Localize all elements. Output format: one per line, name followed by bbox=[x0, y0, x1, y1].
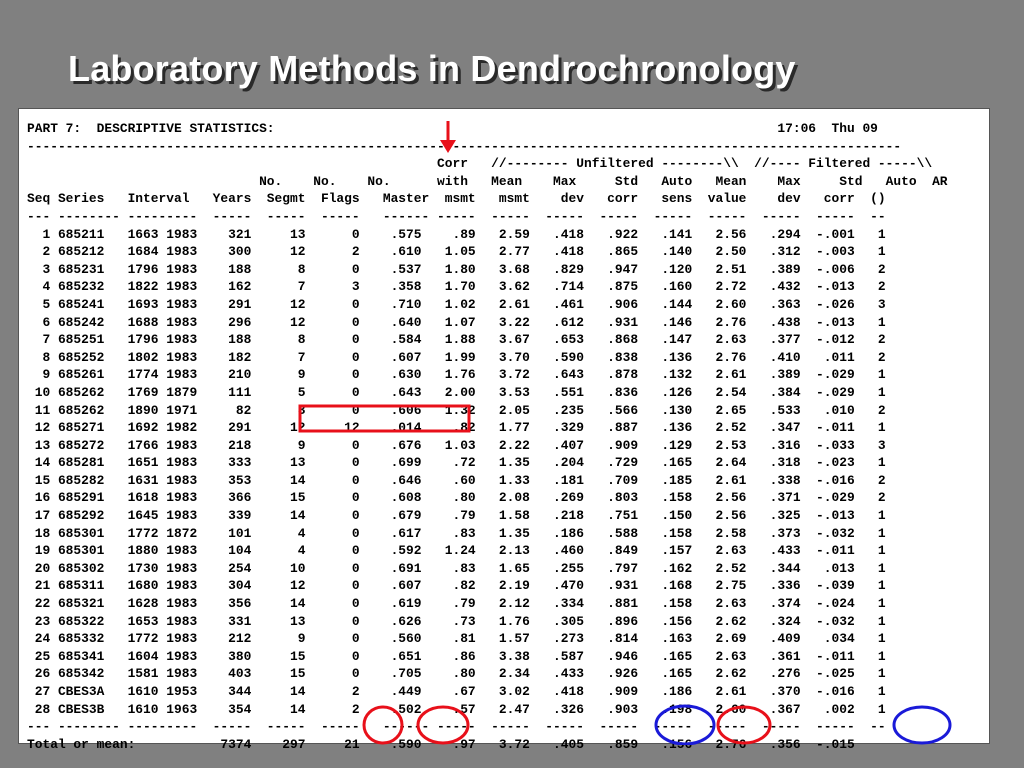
printout-line: --- -------- --------- ----- ----- -----… bbox=[27, 208, 886, 224]
printout-line: 10 685262 1769 1879 111 5 0 .643 2.00 3.… bbox=[27, 384, 886, 400]
printout-line: 4 685232 1822 1983 162 7 3 .358 1.70 3.6… bbox=[27, 279, 886, 295]
printout-line: 23 685322 1653 1983 331 13 0 .626 .73 1.… bbox=[27, 613, 886, 629]
printout-line: 9 685261 1774 1983 210 9 0 .630 1.76 3.7… bbox=[27, 367, 886, 383]
printout-line: 14 685281 1651 1983 333 13 0 .699 .72 1.… bbox=[27, 455, 886, 471]
printout-line: 27 CBES3A 1610 1953 344 14 2 .449 .67 3.… bbox=[27, 684, 886, 699]
printout-line: 22 685321 1628 1983 356 14 0 .619 .79 2.… bbox=[27, 596, 886, 612]
descriptive-statistics-table: PART 7: DESCRIPTIVE STATISTICS: 17:06 Th… bbox=[27, 120, 948, 753]
printout-line: 25 685341 1604 1983 380 15 0 .651 .86 3.… bbox=[27, 648, 886, 664]
printout-line: 11 685262 1890 1971 82 3 0 .606 1.32 2.0… bbox=[27, 402, 886, 418]
printout-line: 1 685211 1663 1983 321 13 0 .575 .89 2.5… bbox=[27, 226, 886, 242]
printout-line: 12 685271 1692 1982 291 12 12 .014 .82 1… bbox=[27, 420, 886, 436]
printout-line: 6 685242 1688 1983 296 12 0 .640 1.07 3.… bbox=[27, 314, 886, 330]
printout-line: 20 685302 1730 1983 254 10 0 .691 .83 1.… bbox=[27, 560, 886, 576]
printout-line: 19 685301 1880 1983 104 4 0 .592 1.24 2.… bbox=[27, 543, 886, 559]
printout-line: 13 685272 1766 1983 218 9 0 .676 1.03 2.… bbox=[27, 437, 886, 453]
slide-title: Laboratory Methods in Dendrochronology bbox=[68, 48, 796, 89]
printout-line: 28 CBES3B 1610 1963 354 14 2 .502 .57 2.… bbox=[27, 701, 886, 717]
printout-line: 17 685292 1645 1983 339 14 0 .679 .79 1.… bbox=[27, 508, 886, 524]
printout-line: 26 685342 1581 1983 403 15 0 .705 .80 2.… bbox=[27, 666, 886, 682]
cofecha-printout: PART 7: DESCRIPTIVE STATISTICS: 17:06 Th… bbox=[18, 108, 990, 752]
printout-line: Total or mean: 7374 297 21 .590 .97 3.72… bbox=[27, 736, 855, 752]
printout-line: No. No. No. with Mean Max Std Auto Mean … bbox=[27, 173, 948, 189]
printout-line: ----------------------------------------… bbox=[27, 138, 902, 154]
printout-line: 21 685311 1680 1983 304 12 0 .607 .82 2.… bbox=[27, 578, 886, 594]
printout-line: 24 685332 1772 1983 212 9 0 .560 .81 1.5… bbox=[27, 631, 886, 647]
printout-line: Seq Series Interval Years Segmt Flags Ma… bbox=[27, 191, 886, 207]
printout-line: 3 685231 1796 1983 188 8 0 .537 1.80 3.6… bbox=[27, 261, 886, 277]
printout-line: 7 685251 1796 1983 188 8 0 .584 1.88 3.6… bbox=[27, 332, 886, 348]
printout-line: PART 7: DESCRIPTIVE STATISTICS: 17:06 Th… bbox=[27, 121, 878, 136]
printout-line: 5 685241 1693 1983 291 12 0 .710 1.02 2.… bbox=[27, 296, 886, 312]
printout-line: 18 685301 1772 1872 101 4 0 .617 .83 1.3… bbox=[27, 525, 886, 541]
printout-line: 8 685252 1802 1983 182 7 0 .607 1.99 3.7… bbox=[27, 349, 886, 365]
printout-line: Corr //-------- Unfiltered --------\\ //… bbox=[27, 156, 933, 172]
printout-line: 16 685291 1618 1983 366 15 0 .608 .80 2.… bbox=[27, 490, 886, 506]
printout-line: 15 685282 1631 1983 353 14 0 .646 .60 1.… bbox=[27, 472, 886, 488]
printout-line: --- -------- --------- ----- ----- -----… bbox=[27, 719, 886, 735]
printout-line: 2 685212 1684 1983 300 12 2 .610 1.05 2.… bbox=[27, 244, 886, 260]
